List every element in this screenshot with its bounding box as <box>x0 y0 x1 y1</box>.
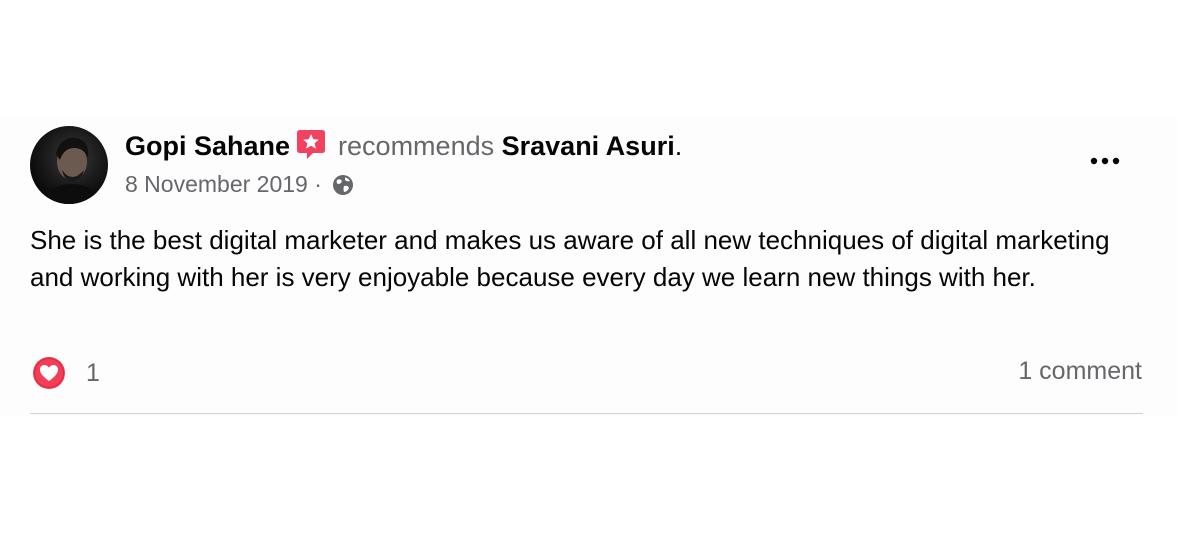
meta-separator: · <box>314 171 322 197</box>
more-options-icon[interactable] <box>1088 150 1122 172</box>
post-meta: 8 November 2019 · <box>125 170 354 198</box>
recommends-label: recommends <box>338 131 495 161</box>
divider <box>30 413 1143 414</box>
post-date[interactable]: 8 November 2019 <box>125 171 308 197</box>
recommended-page-name[interactable]: Sravani Asuri <box>502 131 675 161</box>
recommendation-star-icon <box>296 128 326 160</box>
comment-count-link[interactable]: 1 comment <box>1018 357 1142 386</box>
author-name[interactable]: Gopi Sahane <box>125 131 290 161</box>
reactions-summary[interactable]: 1 <box>32 355 100 391</box>
post-header: Gopi Sahane recommends Sravani Asuri. <box>125 128 682 163</box>
avatar[interactable] <box>30 126 108 204</box>
reaction-count: 1 <box>86 358 100 387</box>
heart-reaction-icon <box>32 356 66 390</box>
globe-icon <box>332 174 354 196</box>
target-period: . <box>674 131 683 161</box>
post-text: She is the best digital marketer and mak… <box>30 225 1110 292</box>
